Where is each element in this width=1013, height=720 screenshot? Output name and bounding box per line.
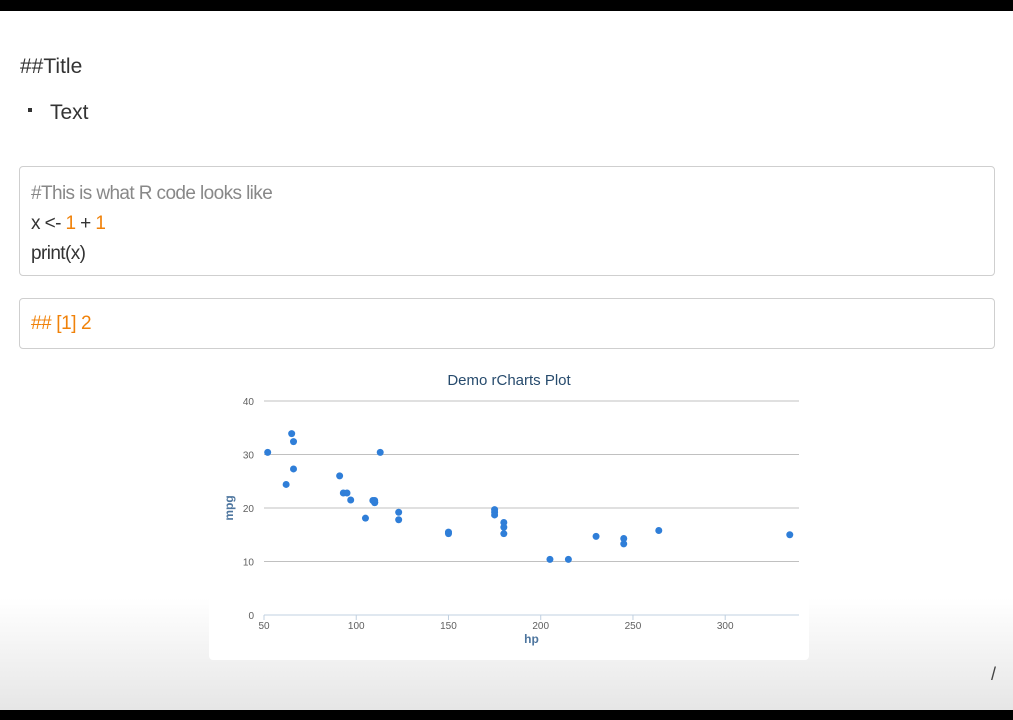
code-line-assign: x <- 1 + 1 <box>31 209 994 239</box>
top-bar <box>0 0 1013 11</box>
scatter-point <box>290 465 298 473</box>
code-number: 1 <box>95 213 106 234</box>
code-operator: + <box>75 213 96 234</box>
slide-title: ##Title <box>20 55 83 78</box>
x-tick-label: 300 <box>717 621 734 632</box>
x-tick-label: 100 <box>348 621 365 632</box>
x-tick-label: 150 <box>440 621 457 632</box>
scatter-point <box>620 540 628 548</box>
bottom-bar <box>0 710 1013 720</box>
y-tick-label: 10 <box>243 558 255 569</box>
y-tick-label: 20 <box>243 504 255 515</box>
x-tick-label: 50 <box>258 621 270 632</box>
scatter-point <box>264 448 272 456</box>
scatter-point <box>369 497 377 505</box>
scatter-point <box>361 514 369 522</box>
scatter-point <box>290 438 298 446</box>
scatter-chart: 0 10 20 30 40 50 100 150 200 250 300 Demo rCharts P… <box>222 372 799 646</box>
code-number: 1 <box>65 213 76 234</box>
code-line-print: print(x) <box>31 243 86 264</box>
chart-title: Demo rCharts Plot <box>447 372 571 389</box>
scatter-point <box>592 532 600 540</box>
code-comment: #This is what R code looks like <box>31 183 273 204</box>
y-axis-title: mpg <box>222 495 236 520</box>
code-block[interactable]: #This is what R code looks like x <- 1 +… <box>19 166 995 276</box>
x-tick-label: 250 <box>625 621 642 632</box>
output-text: ## [1] 2 <box>31 313 92 334</box>
scatter-point <box>444 530 452 538</box>
output-block[interactable]: ## [1] 2 <box>19 298 995 349</box>
y-tick-label: 40 <box>243 397 255 408</box>
scatter-point <box>288 430 296 438</box>
chart-card: 0 10 20 30 40 50 100 150 200 250 300 Demo rCharts P… <box>209 360 809 660</box>
bullet-item: Text <box>28 101 89 125</box>
x-axis-title: hp <box>524 632 539 646</box>
code-assign-prefix: x <- <box>31 213 66 234</box>
bullet-text: Text <box>50 101 89 124</box>
y-tick-label: 0 <box>248 611 254 622</box>
scatter-point <box>395 508 403 516</box>
scatter-point <box>500 518 508 526</box>
scatter-point <box>343 489 351 497</box>
x-tick-label: 200 <box>532 621 549 632</box>
bullet-icon <box>28 108 32 113</box>
scatter-point <box>282 480 290 488</box>
scatter-point <box>500 530 508 538</box>
scatter-point <box>395 516 403 524</box>
scatter-point <box>655 526 663 534</box>
scatter-point <box>336 472 344 480</box>
scatter-point <box>491 506 499 514</box>
scatter-point <box>347 496 355 504</box>
scatter-point <box>786 531 794 539</box>
scatter-point <box>376 448 384 456</box>
page-marker: / <box>991 664 997 684</box>
scatter-point <box>546 555 554 563</box>
scatter-point <box>564 555 572 563</box>
y-tick-label: 30 <box>243 451 255 462</box>
